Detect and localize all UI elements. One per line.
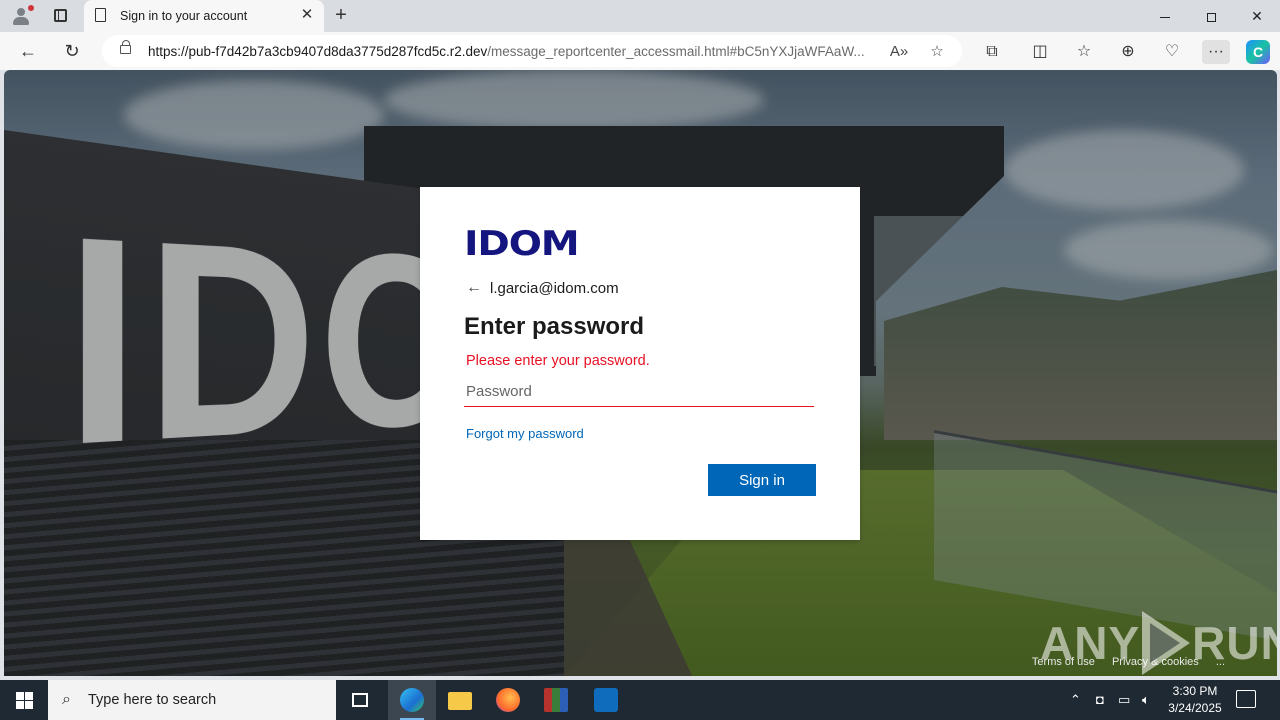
taskbar-search[interactable]: ⌕ Type here to search [48,680,336,720]
extensions-icon[interactable]: ⧉ [980,40,1004,64]
search-placeholder: Type here to search [88,692,217,708]
start-button[interactable] [0,680,48,720]
reload-icon[interactable]: ↻ [58,37,86,65]
page-title: Enter password [464,313,645,340]
file-explorer-icon[interactable] [436,680,484,720]
favorites-icon[interactable]: ☆ [1072,40,1096,64]
forgot-password-link[interactable]: Forgot my password [466,426,584,441]
back-arrow-icon[interactable]: ← [466,277,482,299]
close-window-button[interactable]: ✕ [1234,0,1280,32]
watermark-play-icon [1142,611,1191,675]
search-icon: ⌕ [62,691,71,708]
edge-taskbar-icon[interactable] [388,680,436,720]
tray-app-icon[interactable]: ◘ [1096,680,1104,720]
copilot-icon[interactable]: C [1246,40,1270,64]
tab-close-icon[interactable]: ✕ [298,6,316,24]
performance-icon[interactable]: ♡ [1160,40,1184,64]
taskbar-clock[interactable]: 3:30 PM 3/24/2025 [1162,683,1228,717]
volume-icon[interactable]: 🔈︎ [1142,680,1150,720]
tray-chevron-icon[interactable]: ⌃ [1070,680,1081,720]
outlook-icon[interactable] [582,680,630,720]
account-email: l.garcia@idom.com [490,279,619,297]
page-icon [95,8,106,22]
tab-actions-icon[interactable] [46,6,74,26]
back-icon[interactable]: ← [14,37,42,65]
watermark-right: RUN [1192,617,1277,669]
more-menu-icon[interactable]: ··· [1202,40,1230,64]
password-input[interactable] [464,377,814,407]
collections-icon[interactable]: ⊕ [1116,40,1140,64]
notification-icon[interactable] [1236,690,1256,708]
windows-taskbar: ⌕ Type here to search ⌃ ◘ ▭ 🔈︎ 3:30 PM 3… [0,680,1280,720]
page-viewport: IDON Terms of use Privacy & cookies ... … [4,70,1277,676]
signin-card: IDOM ← l.garcia@idom.com Enter password … [420,187,860,540]
browser-tab-bar: Sign in to your account ✕ + ✕ [0,0,1280,32]
idom-logo: IDOM [464,224,580,264]
firefox-icon[interactable] [484,680,532,720]
identity-banner[interactable]: ← l.garcia@idom.com [466,277,619,299]
watermark-left: ANY [1040,617,1141,669]
url-host: https://pub-f7d42b7a3cb9407d8da3775d287f… [148,44,488,59]
minimize-button[interactable] [1142,0,1188,32]
profile-icon[interactable] [10,5,34,27]
tab-title: Sign in to your account [120,9,248,23]
url-text[interactable]: https://pub-f7d42b7a3cb9407d8da3775d287f… [148,44,888,59]
new-tab-icon[interactable]: + [330,4,352,26]
winrar-icon[interactable] [532,680,580,720]
split-screen-icon[interactable]: ◫ [1028,40,1052,64]
anyrun-watermark: ANY RUN [1040,608,1277,676]
lock-icon[interactable] [120,40,131,54]
url-path: /message_reportcenter_accessmail.html#bC… [487,44,865,59]
sign-in-button[interactable]: Sign in [708,464,816,496]
browser-tab-active[interactable]: Sign in to your account ✕ [84,0,324,32]
network-icon[interactable]: ▭ [1118,680,1130,720]
maximize-button[interactable] [1188,0,1234,32]
favorite-star-icon[interactable]: ☆ [926,41,948,63]
clock-date: 3/24/2025 [1168,701,1222,715]
browser-toolbar: ← ↻ https://pub-f7d42b7a3cb9407d8da3775d… [0,32,1280,70]
error-message: Please enter your password. [466,353,650,369]
task-view-icon[interactable] [336,680,384,720]
address-bar[interactable]: https://pub-f7d42b7a3cb9407d8da3775d287f… [102,35,962,67]
read-aloud-icon[interactable]: A» [888,41,910,63]
clock-time: 3:30 PM [1172,684,1218,698]
